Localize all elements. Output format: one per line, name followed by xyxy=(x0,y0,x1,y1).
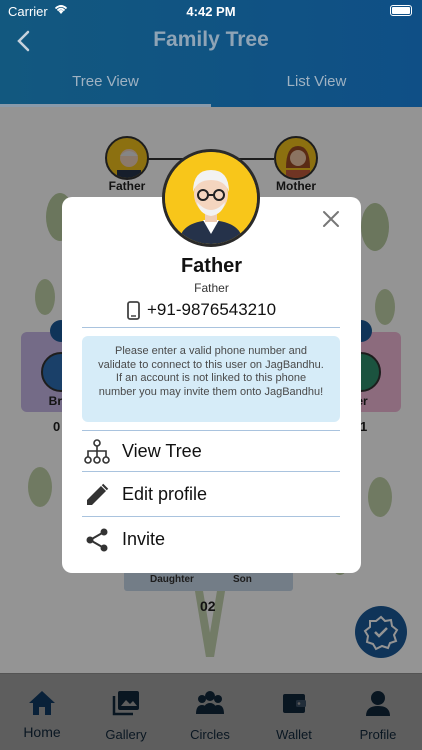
view-tree-button[interactable]: View Tree xyxy=(82,430,340,474)
share-icon xyxy=(86,528,108,552)
invite-label: Invite xyxy=(122,529,166,549)
mobile-phone-icon xyxy=(127,301,140,320)
member-phone-row: +91-9876543210 xyxy=(62,298,361,322)
edit-profile-button[interactable]: Edit profile xyxy=(82,473,340,517)
tab-tree-view[interactable]: Tree View xyxy=(0,64,211,107)
member-avatar xyxy=(162,149,260,247)
member-phone[interactable]: +91-9876543210 xyxy=(147,300,276,320)
divider xyxy=(82,516,340,517)
man-avatar-icon xyxy=(165,152,257,244)
view-tree-label: View Tree xyxy=(122,441,202,461)
divider xyxy=(82,327,340,328)
edit-profile-label: Edit profile xyxy=(122,484,208,504)
status-bar: Carrier 4:42 PM xyxy=(0,0,422,22)
status-time: 4:42 PM xyxy=(186,4,236,19)
phone-info-message: Please enter a valid phone number and va… xyxy=(82,336,340,422)
divider xyxy=(82,471,340,472)
pencil-icon xyxy=(87,483,109,505)
page-title: Family Tree xyxy=(153,28,269,51)
view-tabs: Tree View List View xyxy=(0,64,422,107)
close-icon[interactable] xyxy=(322,210,340,228)
invite-button[interactable]: Invite xyxy=(82,518,340,562)
member-relation: Father xyxy=(194,281,229,295)
member-name: Father xyxy=(180,255,243,277)
nav-backdrop[interactable] xyxy=(0,673,422,750)
battery-icon xyxy=(390,5,412,16)
app-header: Carrier 4:42 PM Family Tree Tree View Li… xyxy=(0,0,422,107)
tab-list-view[interactable]: List View xyxy=(211,64,422,107)
tree-icon xyxy=(84,439,110,464)
